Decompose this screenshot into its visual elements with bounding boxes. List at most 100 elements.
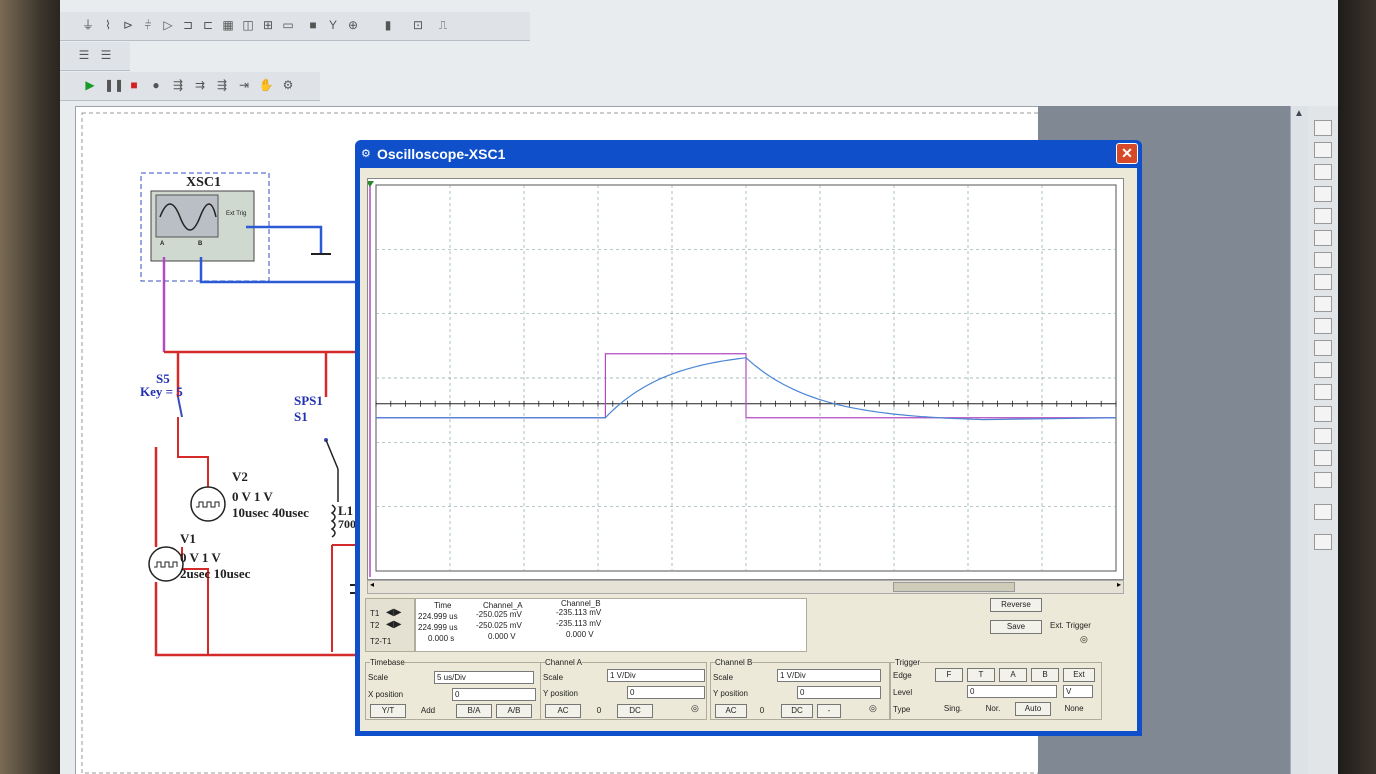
channel-a-title: Channel A: [545, 658, 582, 667]
list-icon[interactable]: ☰: [98, 47, 114, 63]
channel-a-ac-button[interactable]: AC: [545, 704, 581, 718]
analog-icon[interactable]: ▷: [160, 17, 176, 33]
level-field[interactable]: 0: [967, 685, 1057, 698]
source-icon[interactable]: ⏚: [80, 17, 96, 33]
t2-arrows-icon[interactable]: ◀▶: [386, 619, 401, 630]
channel-b-zero-button[interactable]: 0: [751, 704, 773, 718]
channel-a-dc-button[interactable]: DC: [617, 704, 653, 718]
vertical-scrollbar[interactable]: ▲: [1290, 106, 1309, 774]
t2-channel-a: -250.025 mV: [476, 621, 522, 630]
v1-name: V1: [180, 531, 196, 546]
edge-label: Edge: [893, 671, 912, 680]
scope-display[interactable]: [366, 178, 1124, 580]
ttl-icon[interactable]: ⊐: [180, 17, 196, 33]
channel-a-ypos-field[interactable]: 0: [627, 686, 705, 699]
freq-counter-icon[interactable]: [1314, 252, 1332, 268]
ladder-icon[interactable]: ▮: [380, 17, 396, 33]
x-position-field[interactable]: 0: [452, 688, 536, 701]
bode-plotter-icon[interactable]: [1314, 230, 1332, 246]
ab-button[interactable]: A/B: [496, 704, 532, 718]
channel-b-scale-field[interactable]: 1 V/Div: [777, 669, 881, 682]
reverse-button[interactable]: Reverse: [990, 598, 1042, 612]
type-none-button[interactable]: None: [1055, 702, 1093, 716]
t1-arrows-icon[interactable]: ◀▶: [386, 607, 401, 618]
channel-b-dc-button[interactable]: DC: [781, 704, 813, 718]
record-icon[interactable]: ●: [148, 77, 164, 93]
network-analyzer-icon[interactable]: [1314, 406, 1332, 422]
hand-icon[interactable]: ✋: [258, 77, 274, 93]
pause-icon[interactable]: ❚❚: [104, 77, 124, 93]
scrollbar-thumb[interactable]: [893, 582, 1015, 592]
timebase-scale-field[interactable]: 5 us/Div: [434, 671, 534, 684]
add-button[interactable]: Add: [410, 704, 446, 718]
cmos-icon[interactable]: ⊏: [200, 17, 216, 33]
current-probe-icon[interactable]: [1314, 534, 1332, 550]
logic-analyzer-icon[interactable]: [1314, 296, 1332, 312]
step-icon[interactable]: ⇉: [192, 77, 208, 93]
transistor-icon[interactable]: ⫩: [140, 17, 156, 33]
agilent-multimeter-icon[interactable]: [1314, 450, 1332, 466]
word-generator-icon[interactable]: [1314, 274, 1332, 290]
step-over-icon[interactable]: ⇶: [214, 77, 230, 93]
logic-converter-icon[interactable]: [1314, 318, 1332, 334]
multimeter-icon[interactable]: [1314, 120, 1332, 136]
yt-button[interactable]: Y/T: [370, 704, 406, 718]
trigger-source-b-button[interactable]: B: [1031, 668, 1059, 682]
iv-analyzer-icon[interactable]: [1314, 340, 1332, 356]
agilent-scope-icon[interactable]: [1314, 472, 1332, 488]
probe-icon[interactable]: ⇶: [170, 77, 186, 93]
v2-params-1: 0 V 1 V: [232, 489, 273, 504]
scroll-right-icon[interactable]: ▸: [1117, 580, 1121, 589]
cursor-t1-marker: [366, 181, 374, 187]
wattmeter-icon[interactable]: [1314, 164, 1332, 180]
edge-falling-button[interactable]: T: [967, 668, 995, 682]
channel-a-scale-field[interactable]: 1 V/Div: [607, 669, 705, 682]
diode-icon[interactable]: ⊳: [120, 17, 136, 33]
save-button[interactable]: Save: [990, 620, 1042, 634]
oscilloscope-icon[interactable]: [1314, 186, 1332, 202]
function-generator-icon[interactable]: [1314, 142, 1332, 158]
run-icon[interactable]: ▶: [82, 77, 98, 93]
resistor-icon[interactable]: ⌇: [100, 17, 116, 33]
channel-b-terminal-icon[interactable]: ◎: [869, 703, 877, 714]
electromech-icon[interactable]: ⊕: [345, 17, 361, 33]
power-icon[interactable]: ⊞: [260, 17, 276, 33]
spectrum-analyzer-icon[interactable]: [1314, 384, 1332, 400]
settings-icon[interactable]: ⚙: [280, 77, 296, 93]
breakpoint-icon[interactable]: ⇥: [236, 77, 252, 93]
agilent-generator-icon[interactable]: [1314, 428, 1332, 444]
channel-a-zero-button[interactable]: 0: [587, 704, 611, 718]
four-channel-scope-icon[interactable]: [1314, 208, 1332, 224]
misc-icon[interactable]: ▭: [280, 17, 296, 33]
v1-params-2: 2usec 10usec: [180, 566, 251, 581]
grid-icon[interactable]: ☰: [76, 47, 92, 63]
scroll-up-icon[interactable]: ▲: [1294, 108, 1304, 119]
trigger-source-a-button[interactable]: A: [999, 668, 1027, 682]
type-single-button[interactable]: Sing.: [935, 702, 971, 716]
type-auto-button[interactable]: Auto: [1015, 702, 1051, 716]
indicator-icon[interactable]: ◫: [240, 17, 256, 33]
channel-a-terminal-icon[interactable]: ◎: [691, 703, 699, 714]
mcu-icon[interactable]: ▦: [220, 17, 236, 33]
channel-b-invert-button[interactable]: -: [817, 704, 841, 718]
scroll-left-icon[interactable]: ◂: [370, 580, 374, 589]
close-icon[interactable]: ✕: [1116, 143, 1138, 164]
stop-icon[interactable]: ■: [126, 77, 142, 93]
x-position-label: X position: [368, 690, 404, 699]
bus-icon[interactable]: ⎍: [435, 17, 451, 33]
hier-block-icon[interactable]: ⊡: [410, 17, 426, 33]
edge-rising-button[interactable]: F: [935, 668, 963, 682]
t2-time: 224.999 us: [418, 623, 458, 632]
channel-b-ypos-field[interactable]: 0: [797, 686, 881, 699]
ext-trigger-terminal-icon[interactable]: ◎: [1080, 634, 1088, 645]
trigger-source-ext-button[interactable]: Ext: [1063, 668, 1095, 682]
antenna-icon[interactable]: Y: [325, 17, 341, 33]
ba-button[interactable]: B/A: [456, 704, 492, 718]
probe-tool-icon[interactable]: [1314, 504, 1332, 520]
horizontal-scrollbar[interactable]: ◂ ▸: [367, 580, 1124, 594]
distortion-analyzer-icon[interactable]: [1314, 362, 1332, 378]
channel-b-ac-button[interactable]: AC: [715, 704, 747, 718]
level-unit-select[interactable]: V: [1063, 685, 1093, 698]
rf-icon[interactable]: ■: [305, 17, 321, 33]
type-normal-button[interactable]: Nor.: [975, 702, 1011, 716]
